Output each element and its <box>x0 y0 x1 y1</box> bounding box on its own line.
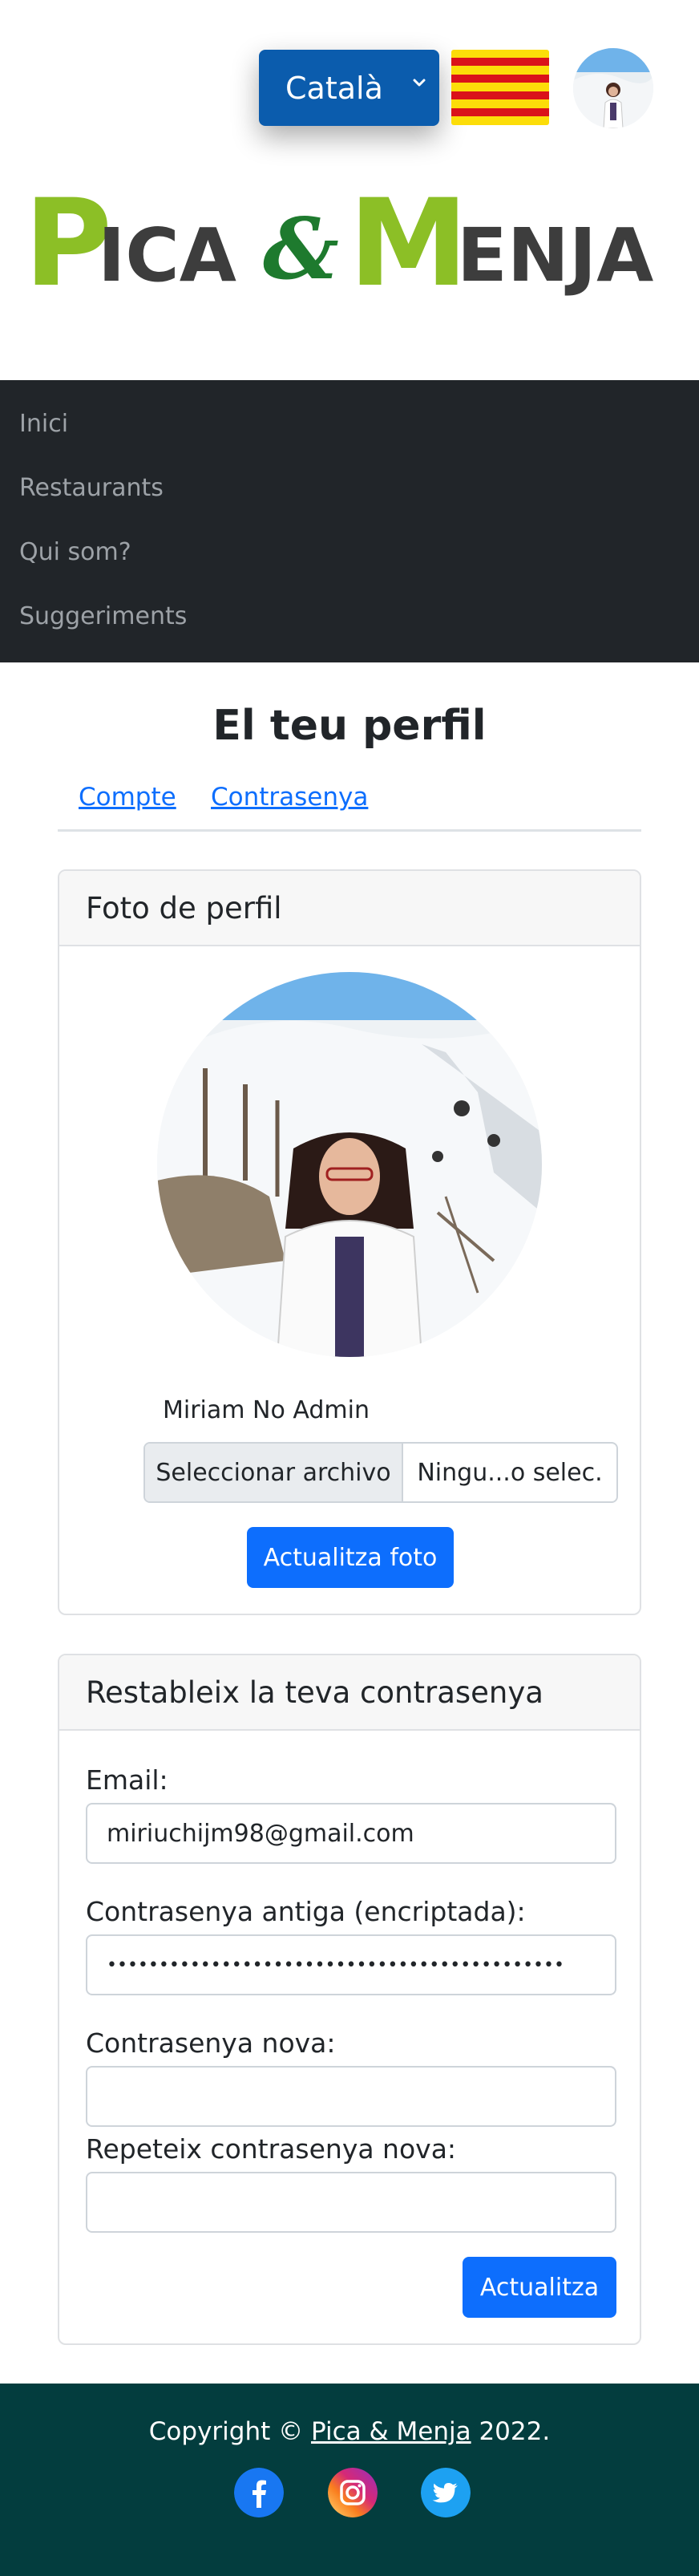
copyright-suffix: 2022. <box>471 2417 551 2446</box>
new-password-field[interactable] <box>86 2066 616 2127</box>
catalan-flag-icon[interactable] <box>451 50 549 125</box>
file-input[interactable]: Seleccionar archivo Ningu...o selec. <box>143 1442 618 1503</box>
svg-text:M: M <box>349 174 468 301</box>
email-field[interactable]: miriuchijm98@gmail.com <box>86 1803 616 1864</box>
nav-item-inici[interactable]: Inici <box>19 410 68 438</box>
nav-item-qui-som[interactable]: Qui som? <box>19 538 131 566</box>
nav-item-suggeriments[interactable]: Suggeriments <box>19 602 187 630</box>
language-select-value: Català <box>285 70 383 106</box>
choose-file-button[interactable]: Seleccionar archivo <box>145 1444 403 1501</box>
copyright-prefix: Copyright © <box>148 2417 311 2446</box>
card-header: Restableix la teva contrasenya <box>59 1655 640 1731</box>
svg-text:ENJA: ENJA <box>457 213 653 298</box>
old-password-label: Contrasenya antiga (encriptada): <box>86 1896 526 1927</box>
copyright-link[interactable]: Pica & Menja <box>311 2417 471 2446</box>
email-value: miriuchijm98@gmail.com <box>107 1819 414 1848</box>
nav-item-restaurants[interactable]: Restaurants <box>19 474 164 502</box>
card-header: Foto de perfil <box>59 871 640 946</box>
site-header: Català P ICA & M ENJA <box>0 0 699 380</box>
old-password-field[interactable]: ••••••••••••••••••••••••••••••••••••••••… <box>86 1934 616 1995</box>
site-footer: Copyright © Pica & Menja 2022. <box>0 2384 699 2576</box>
update-password-button[interactable]: Actualitza <box>463 2257 616 2318</box>
tab-contrasenya[interactable]: Contrasenya <box>211 783 368 812</box>
svg-text:ICA: ICA <box>98 213 236 298</box>
copyright: Copyright © Pica & Menja 2022. <box>0 2417 699 2446</box>
site-logo[interactable]: P ICA & M ENJA <box>24 164 677 301</box>
file-name-text: Ningu...o selec. <box>417 1458 603 1487</box>
instagram-icon[interactable] <box>328 2468 378 2517</box>
tab-compte[interactable]: Compte <box>79 783 176 812</box>
page-title: El teu perfil <box>212 702 487 750</box>
chevron-down-icon <box>413 79 426 87</box>
facebook-icon[interactable] <box>234 2468 284 2517</box>
new-password-label: Contrasenya nova: <box>86 2027 336 2059</box>
reset-password-card: Restableix la teva contrasenya Email: mi… <box>58 1654 641 2345</box>
user-name: Miriam No Admin <box>163 1396 370 1424</box>
profile-photo <box>157 972 542 1357</box>
email-label: Email: <box>86 1764 168 1796</box>
language-select[interactable]: Català <box>259 50 439 126</box>
user-avatar[interactable] <box>573 48 653 128</box>
update-photo-button[interactable]: Actualitza foto <box>247 1527 454 1588</box>
repeat-password-label: Repeteix contrasenya nova: <box>86 2133 457 2165</box>
old-password-value: ••••••••••••••••••••••••••••••••••••••••… <box>107 1954 564 1975</box>
main-nav: Inici Restaurants Qui som? Suggeriments <box>0 380 699 662</box>
profile-photo-card: Foto de perfil Miriam No Admin Seleccion… <box>58 869 641 1615</box>
repeat-password-field[interactable] <box>86 2172 616 2233</box>
twitter-icon[interactable] <box>421 2468 471 2517</box>
svg-text:&: & <box>263 199 339 298</box>
profile-tabs: Compte Contrasenya <box>58 780 641 832</box>
